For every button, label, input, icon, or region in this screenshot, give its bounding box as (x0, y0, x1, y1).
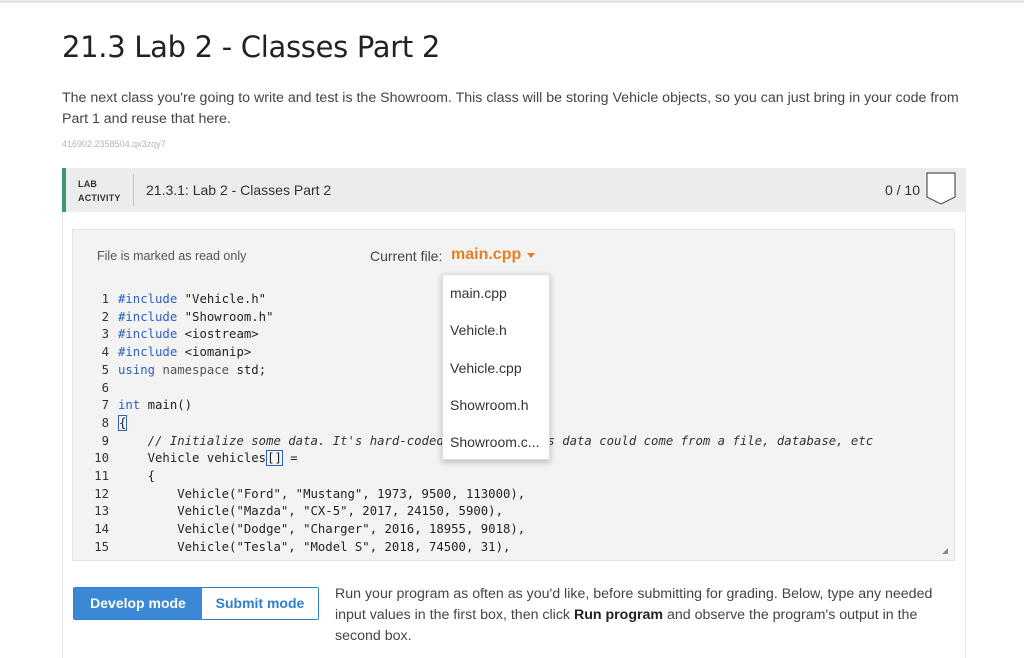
lab-activity-header: LAB ACTIVITY 21.3.1: Lab 2 - Classes Par… (62, 168, 966, 212)
code-text: Vehicle vehicles[] = (118, 450, 298, 467)
code-text: Vehicle("Tesla", "Model S", 2018, 74500,… (118, 539, 511, 554)
page: 21.3 Lab 2 - Classes Part 2 The next cla… (0, 0, 1024, 658)
code-text: Vehicle("Mazda", "CX-5", 2017, 24150, 59… (118, 504, 503, 519)
run-program-emphasis: Run program (573, 607, 664, 623)
code-text: #include <iostream> (118, 327, 259, 342)
file-option-showroom-cpp[interactable]: Showroom.c... (450, 434, 539, 450)
completion-badge-icon (926, 172, 956, 205)
current-file-select[interactable]: main.cpp (451, 246, 521, 264)
file-option-vehicle-cpp[interactable]: Vehicle.cpp (450, 360, 522, 376)
code-text: #include <iomanip> (118, 345, 252, 360)
code-text: int main() (118, 398, 193, 413)
lab-activity-name: 21.3.1: Lab 2 - Classes Part 2 (146, 182, 332, 198)
develop-mode-button[interactable]: Develop mode (74, 588, 202, 619)
run-instructions: Run your program as often as you'd like,… (335, 586, 933, 644)
file-option-vehicle-h[interactable]: Vehicle.h (450, 322, 507, 338)
file-option-showroom-h[interactable]: Showroom.h (450, 397, 529, 413)
mode-toggle: Develop mode Submit mode (73, 587, 319, 620)
score-text: 0 / 10 (884, 182, 920, 198)
code-text: Vehicle("Ford", "Mustang", 1973, 9500, 1… (118, 486, 526, 501)
lab-tag-line2: ACTIVITY (78, 193, 121, 203)
lab-tag-line1: LAB (78, 179, 98, 189)
submit-mode-button[interactable]: Submit mode (202, 588, 318, 619)
lab-activity-tag: LAB ACTIVITY (78, 177, 121, 205)
current-file-label: Current file: (370, 248, 443, 264)
top-rule (0, 0, 1024, 3)
file-dropdown-menu: main.cpp Vehicle.h Vehicle.cpp Showroom.… (442, 274, 550, 460)
code-text: using namespace std; (118, 362, 267, 377)
code-text: { (118, 469, 156, 483)
resize-handle-icon[interactable] (942, 548, 948, 554)
readonly-notice: File is marked as read only (97, 249, 247, 263)
code-text: #include "Vehicle.h" (118, 292, 267, 306)
file-option-main-cpp[interactable]: main.cpp (450, 285, 507, 301)
lab-divider (133, 174, 134, 206)
code-text: #include "Showroom.h" (118, 309, 274, 324)
code-text: Vehicle("Dodge", "Charger", 2016, 18955,… (118, 522, 526, 537)
content-hash: 416902.2358504.qx3zqy7 (62, 139, 166, 149)
page-title: 21.3 Lab 2 - Classes Part 2 (62, 30, 440, 64)
chevron-down-icon[interactable] (527, 253, 535, 258)
code-text: { (118, 414, 128, 431)
lab-description: The next class you're going to write and… (62, 90, 959, 127)
